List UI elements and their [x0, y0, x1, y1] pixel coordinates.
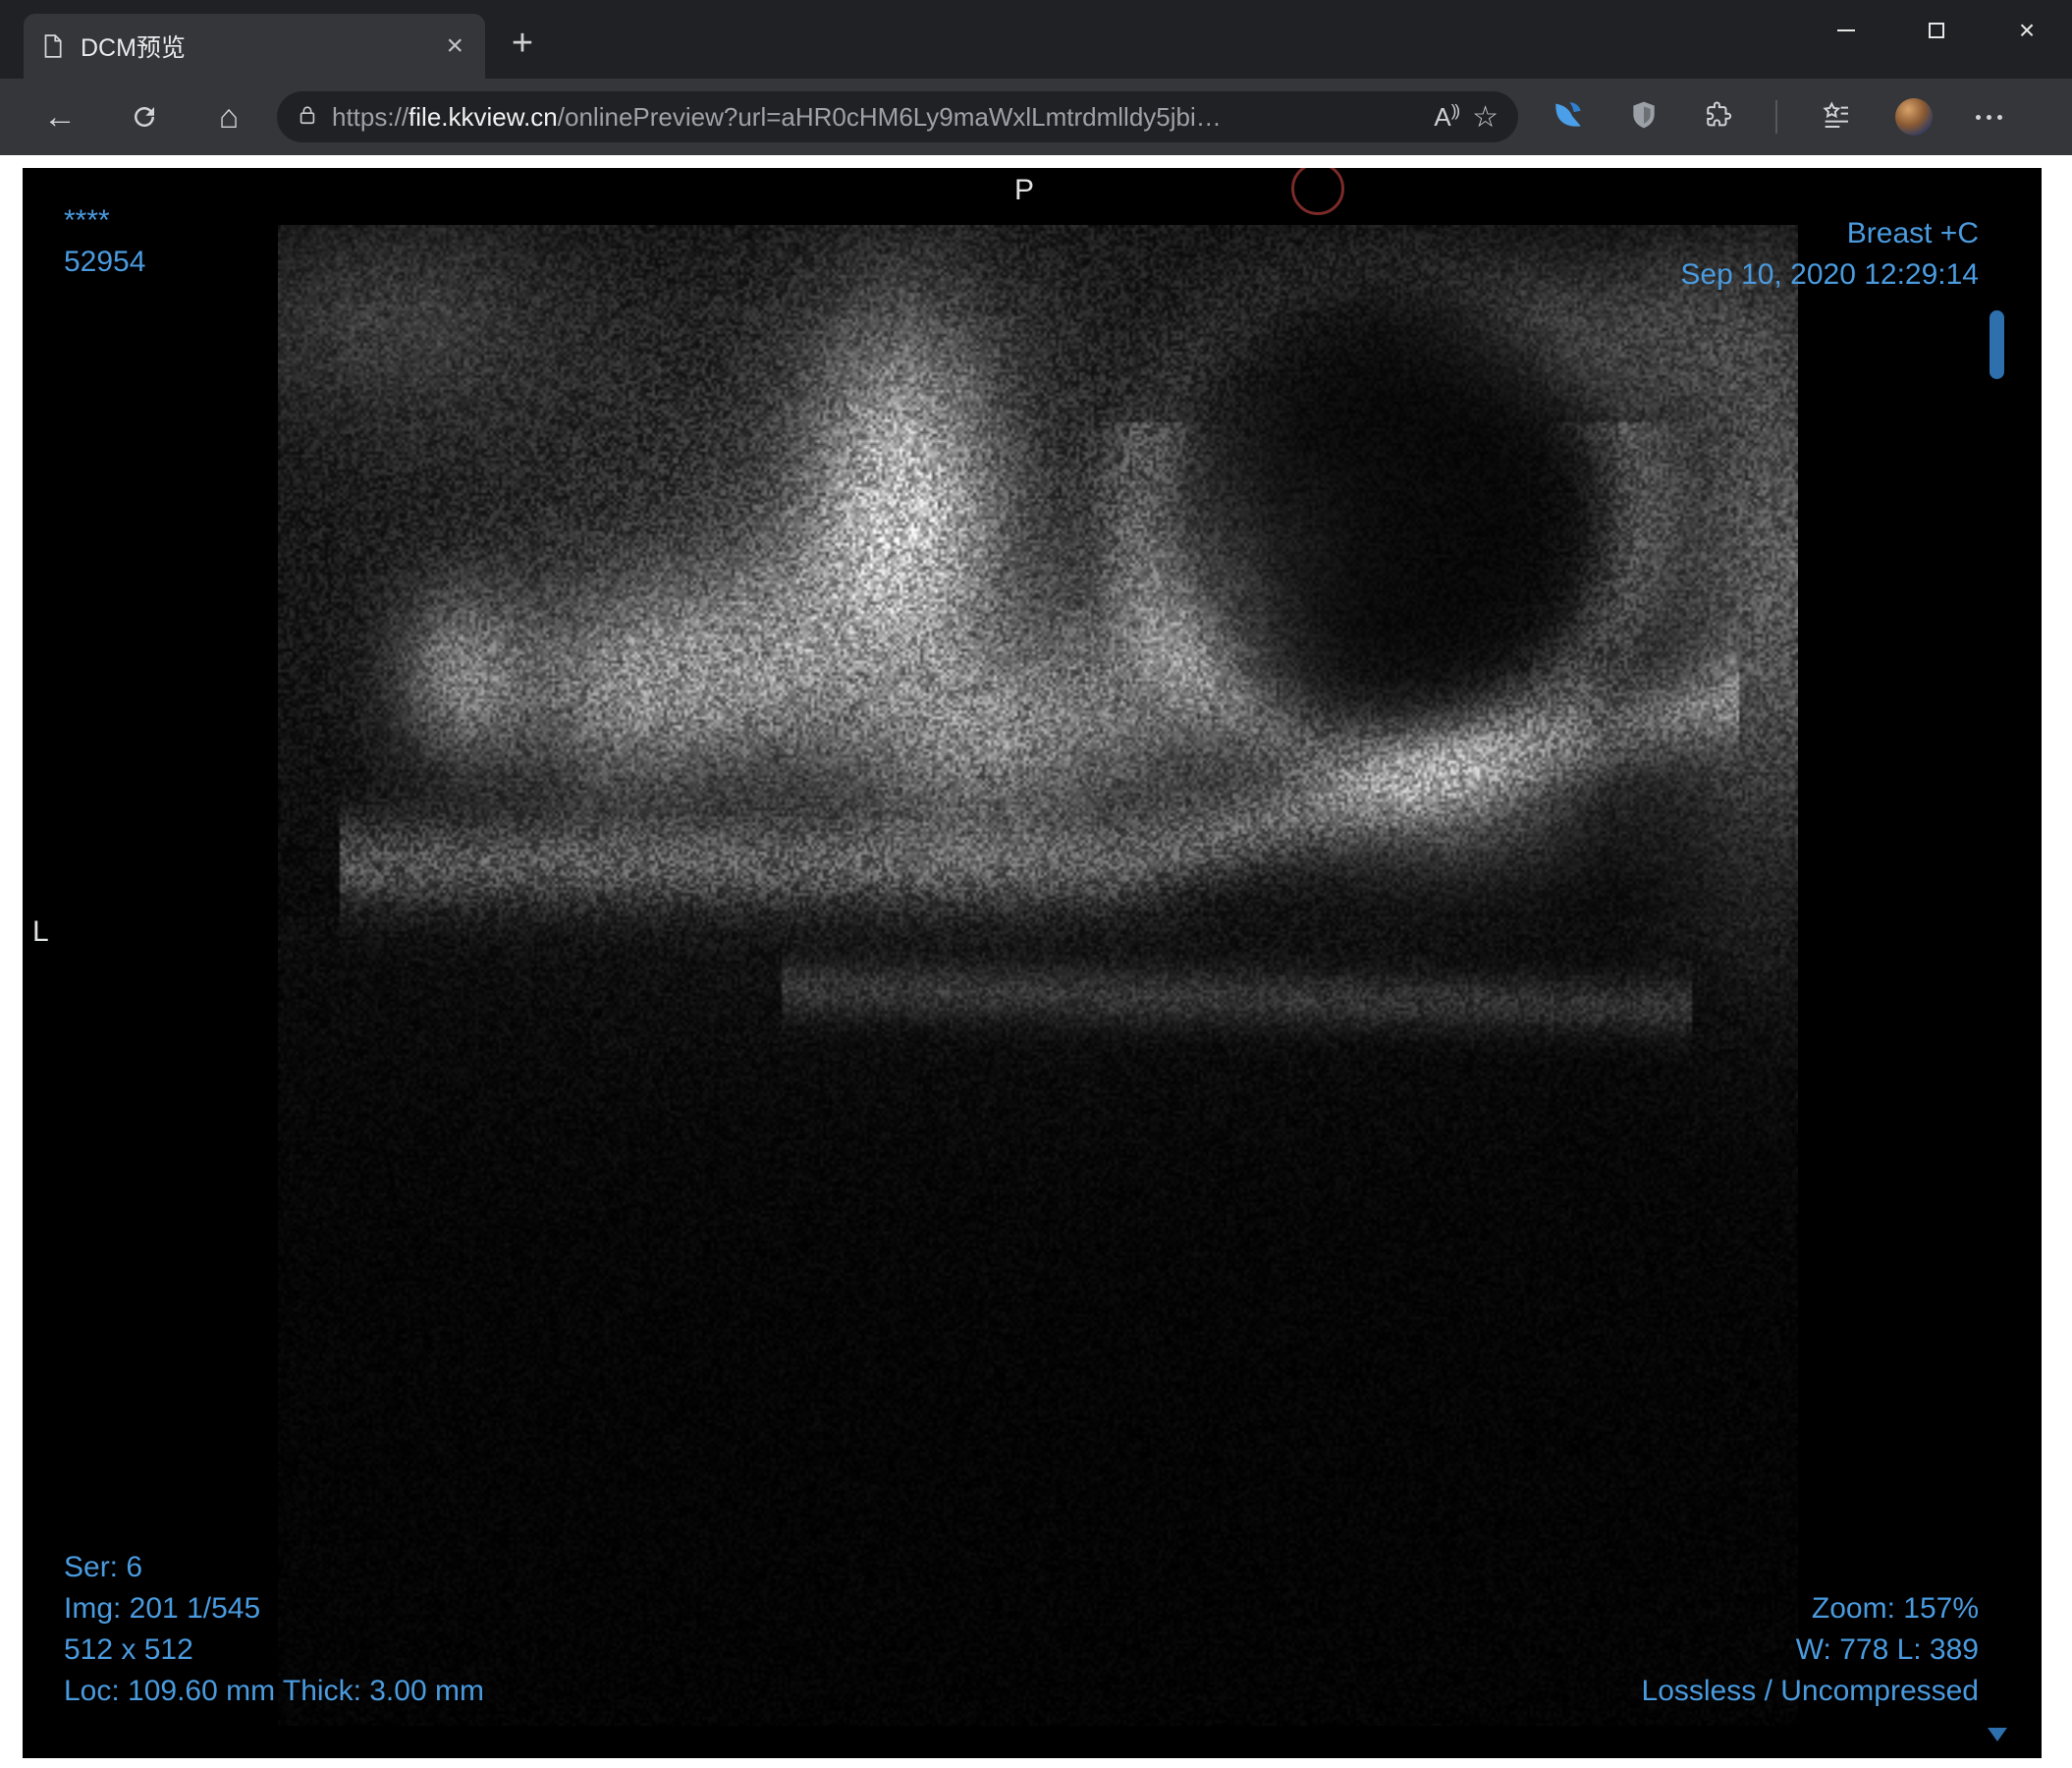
series-number: Ser: 6 — [64, 1551, 143, 1583]
read-aloud-waves-icon: )) — [1450, 100, 1460, 120]
maximize-icon — [1929, 23, 1944, 38]
overlay-patient-info: **** 52954 — [64, 200, 145, 283]
image-number: Img: 201 1/545 — [64, 1592, 261, 1625]
refresh-icon — [135, 107, 155, 128]
matrix-size: 512 x 512 — [64, 1633, 193, 1666]
dicom-viewer[interactable]: **** 52954 P Breast +C Sep 10, 2020 12:2… — [23, 168, 2042, 1758]
orientation-marker-posterior: P — [1014, 174, 1035, 206]
browser-window: DCM预览 × + × ← ⌂ https://file.kkview.cn/o… — [0, 0, 2072, 1768]
new-tab-button[interactable]: + — [499, 20, 546, 67]
slice-scroll-down-icon[interactable] — [1988, 1728, 2007, 1741]
read-aloud-button[interactable]: A)) — [1434, 100, 1460, 133]
url-path: /onlinePreview?url=aHR0cHM6Ly9maWxlLmtrd… — [557, 101, 1222, 132]
overlay-study-info: Breast +C Sep 10, 2020 12:29:14 — [1680, 213, 1979, 296]
refresh-button[interactable] — [102, 88, 187, 145]
slice-scrollbar-thumb[interactable] — [1990, 310, 2004, 379]
document-icon — [39, 33, 65, 59]
study-datetime: Sep 10, 2020 12:29:14 — [1680, 258, 1979, 291]
minimize-icon — [1837, 29, 1855, 31]
overlay-display-info: Zoom: 157% W: 778 L: 389 Lossless / Unco… — [1642, 1588, 1979, 1712]
home-button[interactable]: ⌂ — [187, 88, 271, 145]
url-text[interactable]: https://file.kkview.cn/onlinePreview?url… — [332, 102, 1420, 133]
read-aloud-icon: A — [1434, 101, 1451, 132]
tab-bar: DCM预览 × + × — [0, 0, 2072, 79]
close-window-button[interactable]: × — [1982, 0, 2072, 61]
minimize-button[interactable] — [1801, 0, 1891, 61]
favorites-list-icon[interactable] — [1821, 99, 1852, 136]
url-scheme: https:// — [332, 101, 409, 132]
extensions-puzzle-icon[interactable] — [1703, 100, 1732, 135]
url-domain: file.kkview.cn — [409, 101, 558, 132]
patient-name-masked: **** — [64, 204, 110, 237]
compression-info: Lossless / Uncompressed — [1641, 1675, 1979, 1707]
mri-image — [278, 225, 1798, 1726]
window-level: W: 778 L: 389 — [1795, 1633, 1979, 1666]
slice-location: Loc: 109.60 mm Thick: 3.00 mm — [64, 1675, 484, 1707]
window-controls: × — [1801, 0, 2072, 61]
back-button[interactable]: ← — [18, 88, 102, 145]
toolbar-icons — [1552, 98, 2002, 137]
page-content: **** 52954 P Breast +C Sep 10, 2020 12:2… — [0, 155, 2072, 1768]
overlay-series-info: Ser: 6 Img: 201 1/545 512 x 512 Loc: 109… — [64, 1547, 484, 1712]
extension-icon-blue[interactable] — [1552, 98, 1585, 137]
address-bar[interactable]: https://file.kkview.cn/onlinePreview?url… — [277, 91, 1518, 142]
tab-title: DCM预览 — [81, 34, 186, 62]
shield-extension-icon[interactable] — [1628, 99, 1660, 136]
orientation-marker-left: L — [32, 915, 49, 948]
toolbar-divider — [1775, 100, 1777, 134]
settings-menu-icon[interactable] — [1976, 114, 2002, 120]
tab-dcm-preview[interactable]: DCM预览 × — [24, 14, 485, 79]
annotation-circle — [1291, 168, 1344, 215]
profile-avatar[interactable] — [1895, 98, 1933, 136]
zoom-level: Zoom: 157% — [1811, 1592, 1979, 1625]
favorite-star-icon[interactable]: ☆ — [1472, 100, 1499, 135]
lock-icon — [297, 104, 318, 131]
tab-close-icon[interactable]: × — [440, 31, 469, 61]
navigation-bar: ← ⌂ https://file.kkview.cn/onlinePreview… — [0, 79, 2072, 155]
maximize-button[interactable] — [1891, 0, 1982, 61]
study-description: Breast +C — [1846, 217, 1979, 249]
patient-id: 52954 — [64, 246, 146, 278]
